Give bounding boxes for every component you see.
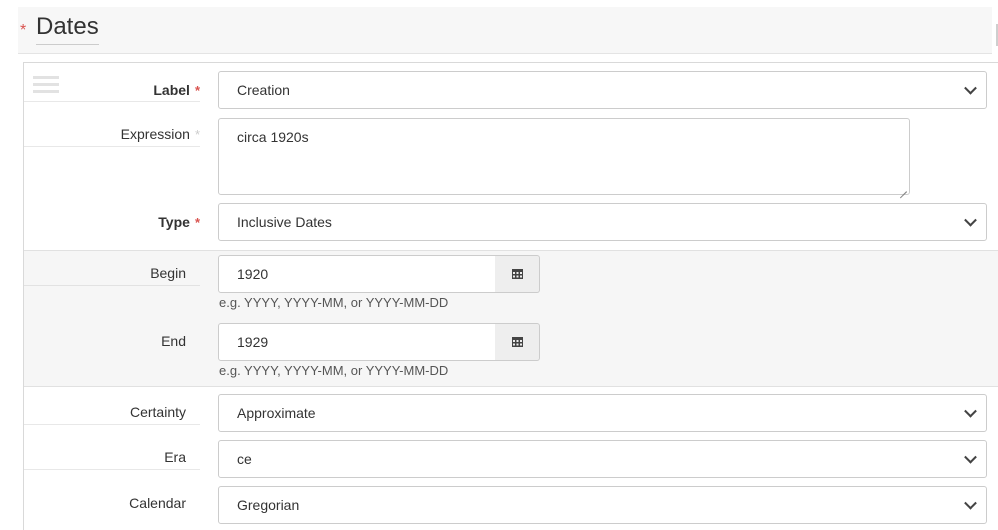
type-label-text: Type	[158, 214, 190, 230]
calendar-icon	[511, 269, 523, 279]
expression-label-text: Expression	[120, 126, 190, 142]
end-date-value: 1929	[237, 334, 269, 350]
drag-handle-icon[interactable]	[33, 76, 59, 94]
era-field-label: Era	[90, 448, 186, 466]
required-marker: *	[194, 83, 200, 98]
section-title: Dates	[36, 12, 99, 45]
section-header: * Dates	[0, 0, 998, 54]
certainty-label-text: Certainty	[129, 404, 186, 420]
end-date-input[interactable]: 1929	[218, 323, 496, 361]
era-underline	[24, 469, 200, 470]
expression-textarea[interactable]: circa 1920s	[218, 118, 910, 195]
certainty-select[interactable]: Approximate	[218, 394, 987, 432]
begin-date-value: 1920	[237, 266, 269, 282]
required-marker: *	[194, 127, 200, 142]
certainty-field-label: Certainty	[90, 403, 186, 421]
calendar-select-value: Gregorian	[237, 497, 300, 513]
begin-underline	[24, 285, 200, 286]
begin-date-input[interactable]: 1920	[218, 255, 496, 293]
certainty-underline	[24, 424, 200, 425]
required-marker: *	[194, 215, 200, 230]
calendar-label-text: Calendar	[129, 495, 186, 511]
begin-field-label: Begin	[100, 264, 186, 282]
begin-calendar-button[interactable]	[495, 255, 540, 293]
type-select[interactable]: Inclusive Dates	[218, 203, 987, 241]
chevron-down-icon	[964, 81, 977, 95]
end-format-hint: e.g. YYYY, YYYY-MM, or YYYY-MM-DD	[219, 363, 449, 378]
era-select[interactable]: ce	[218, 440, 987, 478]
label-select-value: Creation	[237, 82, 290, 98]
label-underline	[24, 101, 200, 102]
chevron-down-icon	[964, 213, 977, 227]
era-select-value: ce	[237, 451, 252, 467]
chevron-down-icon	[964, 496, 977, 510]
begin-label-text: Begin	[150, 265, 186, 281]
chevron-down-icon	[964, 404, 977, 418]
label-label-text: Label	[153, 82, 190, 98]
expression-field-label: Expression *	[80, 125, 200, 144]
end-field-label: End	[100, 332, 186, 350]
header-bar	[18, 7, 992, 54]
expression-underline	[24, 146, 200, 147]
expression-textarea-value: circa 1920s	[237, 129, 309, 145]
era-label-text: Era	[164, 449, 186, 465]
certainty-select-value: Approximate	[237, 405, 316, 421]
calendar-field-label: Calendar	[90, 494, 186, 512]
type-select-value: Inclusive Dates	[237, 214, 332, 230]
resize-grip-icon[interactable]	[899, 184, 907, 192]
begin-format-hint: e.g. YYYY, YYYY-MM, or YYYY-MM-DD	[219, 295, 449, 310]
required-marker: *	[20, 22, 27, 39]
end-calendar-button[interactable]	[495, 323, 540, 361]
type-field-label: Type *	[100, 213, 200, 232]
calendar-icon	[511, 337, 523, 347]
chevron-down-icon	[964, 450, 977, 464]
label-field-label: Label *	[120, 81, 200, 100]
label-select[interactable]: Creation	[218, 71, 987, 109]
calendar-select[interactable]: Gregorian	[218, 486, 987, 524]
end-label-text: End	[161, 333, 186, 349]
